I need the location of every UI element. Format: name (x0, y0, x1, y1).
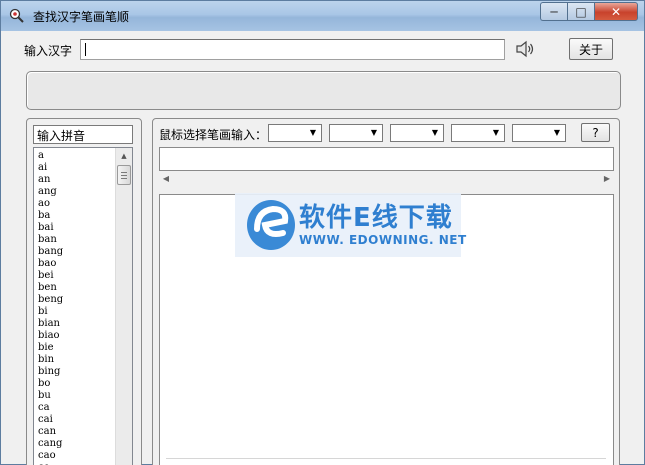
pinyin-list-item[interactable]: beng (38, 294, 116, 306)
pinyin-list-item[interactable]: an (38, 174, 116, 186)
text-caret (85, 43, 86, 56)
hanzi-input[interactable] (80, 39, 505, 60)
scroll-up-icon[interactable]: ▲ (116, 148, 132, 164)
stroke-select-5[interactable]: ▼ (512, 124, 566, 142)
pinyin-list-item[interactable]: bai (38, 222, 116, 234)
pinyin-list-item[interactable]: ang (38, 186, 116, 198)
stroke-select-4[interactable]: ▼ (451, 124, 505, 142)
about-button[interactable]: 关于 (569, 38, 613, 60)
pinyin-list-item[interactable]: bei (38, 270, 116, 282)
pinyin-list[interactable]: a ai an ang ao ba bai ban bang bao bei ben beng bi bia… (33, 147, 133, 465)
stroke-hscrollbar[interactable]: ◀ ▶ (159, 172, 614, 186)
pinyin-list-item[interactable]: cai (38, 414, 116, 426)
speaker-icon[interactable] (514, 38, 536, 60)
grip-line (121, 175, 127, 176)
divider-line (166, 458, 606, 459)
pinyin-list-item[interactable]: bian (38, 318, 116, 330)
stroke-select-3[interactable]: ▼ (390, 124, 444, 142)
help-button[interactable]: ? (581, 123, 610, 142)
window-title: 查找汉字笔画笔顺 (33, 10, 130, 24)
dropdown-arrow-icon[interactable]: ▼ (550, 126, 564, 140)
pinyin-list-item[interactable]: bi (38, 306, 116, 318)
pinyin-list-item[interactable]: cang (38, 438, 116, 450)
title-bar[interactable]: 查找汉字笔画笔顺 ─ □ ✕ (1, 1, 644, 31)
pinyin-list-item[interactable]: ca (38, 402, 116, 414)
pinyin-list-item[interactable]: bing (38, 366, 116, 378)
grip-line (121, 172, 127, 173)
dropdown-arrow-icon[interactable]: ▼ (367, 126, 381, 140)
watermark-title: 软件E线下载 (299, 203, 453, 233)
pinyin-list-item[interactable]: ai (38, 162, 116, 174)
app-icon (9, 8, 24, 23)
close-button[interactable]: ✕ (594, 2, 638, 21)
pinyin-list-item[interactable]: ba (38, 210, 116, 222)
pinyin-list-item[interactable]: can (38, 426, 116, 438)
watermark-url: WWW. EDOWNING. NET (299, 233, 467, 247)
pinyin-items: a ai an ang ao ba bai ban bang bao bei ben beng bi bia… (38, 150, 116, 465)
app-window: 查找汉字笔画笔顺 ─ □ ✕ 输入汉字 关于 输入拼音 a ai an ang ao ba… (0, 0, 645, 465)
stroke-mouse-label: 鼠标选择笔画输入： (159, 128, 268, 142)
pinyin-list-item[interactable]: cao (38, 450, 116, 462)
caption-buttons: ─ □ ✕ (540, 2, 638, 22)
stroke-select-2[interactable]: ▼ (329, 124, 383, 142)
pinyin-list-item[interactable]: bo (38, 378, 116, 390)
edowning-logo-icon (247, 200, 295, 250)
dropdown-arrow-icon[interactable]: ▼ (428, 126, 442, 140)
grip-line (121, 178, 127, 179)
minimize-button[interactable]: ─ (540, 2, 567, 21)
dropdown-arrow-icon[interactable]: ▼ (306, 126, 320, 140)
pinyin-list-item[interactable]: bang (38, 246, 116, 258)
pinyin-list-item[interactable]: bie (38, 342, 116, 354)
scroll-thumb[interactable] (117, 165, 131, 185)
pinyin-list-item[interactable]: bu (38, 390, 116, 402)
pinyin-list-item[interactable]: biao (38, 330, 116, 342)
pinyin-list-item[interactable]: ban (38, 234, 116, 246)
pinyin-scrollbar[interactable]: ▲ (115, 148, 132, 465)
scroll-left-icon[interactable]: ◀ (159, 172, 173, 186)
dropdown-arrow-icon[interactable]: ▼ (489, 126, 503, 140)
hanzi-label: 输入汉字 (24, 44, 73, 58)
pinyin-list-item[interactable]: ao (38, 198, 116, 210)
watermark-logo: 软件E线下载 WWW. EDOWNING. NET (235, 193, 466, 257)
pinyin-input[interactable]: 输入拼音 (33, 125, 133, 144)
stroke-sequence-field[interactable] (159, 147, 614, 171)
scroll-right-icon[interactable]: ▶ (600, 172, 614, 186)
maximize-button[interactable]: □ (567, 2, 594, 21)
pinyin-list-item[interactable]: bao (38, 258, 116, 270)
pinyin-list-item[interactable]: a (38, 150, 116, 162)
pinyin-list-item[interactable]: bin (38, 354, 116, 366)
result-panel (26, 71, 621, 110)
stroke-select-1[interactable]: ▼ (268, 124, 322, 142)
pinyin-list-item[interactable]: ben (38, 282, 116, 294)
